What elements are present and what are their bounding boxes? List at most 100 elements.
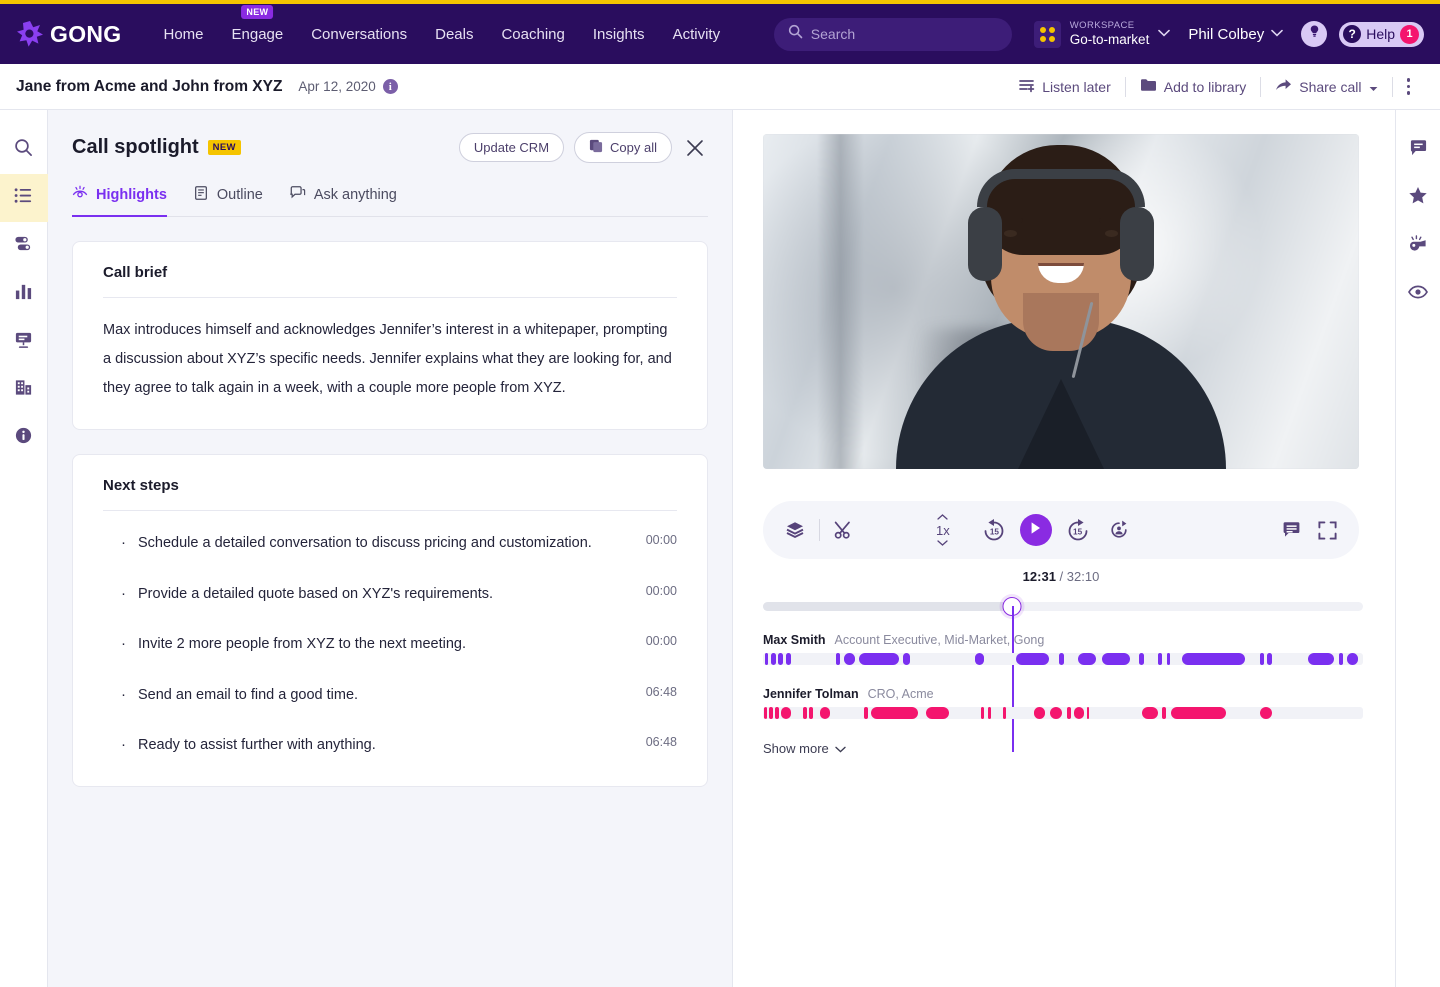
step-text: Ready to assist further with anything. bbox=[138, 731, 608, 759]
sidebar-item-stats[interactable] bbox=[0, 270, 48, 318]
time-separator: / bbox=[1056, 569, 1067, 584]
talk-segment bbox=[1087, 707, 1090, 719]
nav-link-coaching[interactable]: Coaching bbox=[487, 18, 578, 51]
sidebar-item-accounts[interactable] bbox=[0, 366, 48, 414]
share-call-button[interactable]: Share call bbox=[1261, 76, 1391, 98]
info-icon[interactable]: i bbox=[383, 79, 398, 94]
sidebar-item-info[interactable] bbox=[0, 414, 48, 462]
spotlight-tabs: Highlights Outline bbox=[72, 185, 708, 217]
talk-segment bbox=[1162, 707, 1166, 719]
current-time: 12:31 bbox=[1023, 569, 1056, 584]
talk-segment bbox=[1260, 707, 1272, 719]
speaker-role: Account Executive, Mid-Market, Gong bbox=[835, 633, 1045, 647]
call-brief-card: Call brief Max introduces himself and ac… bbox=[72, 241, 708, 430]
caret-down-icon bbox=[1369, 79, 1378, 95]
divider bbox=[819, 519, 820, 541]
list-item[interactable]: · Schedule a detailed conversation to di… bbox=[103, 529, 677, 558]
bullet-icon: · bbox=[121, 681, 126, 710]
gong-starburst-icon bbox=[16, 20, 44, 48]
tab-ask-anything[interactable]: Ask anything bbox=[289, 185, 397, 217]
list-icon bbox=[14, 186, 33, 210]
close-icon[interactable] bbox=[682, 135, 708, 161]
step-timestamp[interactable]: 00:00 bbox=[646, 529, 677, 547]
list-item[interactable]: · Invite 2 more people from XYZ to the n… bbox=[103, 630, 677, 659]
add-to-library-button[interactable]: Add to library bbox=[1126, 76, 1260, 98]
sidebar-item-coaching[interactable] bbox=[1396, 222, 1440, 270]
player-controls: 1x 15 bbox=[763, 501, 1359, 559]
list-item[interactable]: · Provide a detailed quote based on XYZ'… bbox=[103, 580, 677, 609]
talk-segment bbox=[1102, 653, 1129, 665]
user-menu[interactable]: Phil Colbey bbox=[1188, 26, 1283, 43]
copy-all-button[interactable]: Copy all bbox=[574, 132, 672, 163]
speaker-name: Max Smith bbox=[763, 633, 826, 647]
update-crm-button[interactable]: Update CRM bbox=[459, 133, 564, 162]
share-arrow-icon bbox=[1275, 78, 1292, 95]
talk-segment bbox=[1260, 653, 1264, 665]
scrubber-track[interactable] bbox=[763, 602, 1363, 611]
total-time: 32:10 bbox=[1067, 569, 1100, 584]
step-timestamp[interactable]: 00:00 bbox=[646, 580, 677, 598]
sidebar-item-search[interactable] bbox=[0, 126, 48, 174]
folder-icon bbox=[1140, 78, 1157, 95]
nav-link-home[interactable]: Home bbox=[149, 18, 217, 51]
scissors-icon[interactable] bbox=[834, 520, 854, 540]
video-player[interactable] bbox=[763, 134, 1359, 469]
step-timestamp[interactable]: 00:00 bbox=[646, 630, 677, 648]
play-button[interactable] bbox=[1020, 514, 1052, 546]
help-button[interactable]: ? Help 1 bbox=[1339, 22, 1424, 47]
sidebar-item-spotlight[interactable] bbox=[0, 174, 48, 222]
scrubber-handle[interactable] bbox=[1003, 597, 1022, 616]
talk-segment bbox=[1034, 707, 1045, 719]
chevron-up-icon[interactable] bbox=[937, 513, 948, 522]
sidebar-item-people[interactable] bbox=[0, 222, 48, 270]
sidebar-item-comments[interactable] bbox=[1396, 126, 1440, 174]
nav-link-conversations[interactable]: Conversations bbox=[297, 18, 421, 51]
workspace-switcher[interactable]: WORKSPACE Go-to-market bbox=[1034, 20, 1171, 49]
call-spotlight-panel: Call spotlight NEW Update CRM Copy all bbox=[48, 110, 733, 987]
nav-link-deals[interactable]: Deals bbox=[421, 18, 487, 51]
more-options-button[interactable] bbox=[1393, 78, 1425, 95]
sidebar-item-starred[interactable] bbox=[1396, 174, 1440, 222]
company-icon bbox=[14, 378, 33, 402]
nav-link-activity[interactable]: Activity bbox=[659, 18, 735, 51]
talk-segment bbox=[1074, 707, 1084, 719]
talk-track[interactable] bbox=[763, 707, 1363, 719]
tab-highlights[interactable]: Highlights bbox=[72, 185, 167, 217]
gong-logo[interactable]: GONG bbox=[16, 20, 121, 48]
global-search[interactable] bbox=[774, 18, 1012, 51]
listen-later-button[interactable]: Listen later bbox=[1005, 76, 1124, 98]
search-icon bbox=[14, 138, 33, 162]
share-call-label: Share call bbox=[1299, 79, 1361, 95]
sidebar-item-views[interactable] bbox=[1396, 270, 1440, 318]
talk-segment bbox=[778, 653, 783, 665]
call-title: Jane from Acme and John from XYZ bbox=[16, 78, 282, 96]
tab-outline[interactable]: Outline bbox=[193, 185, 263, 217]
call-actions: Listen later Add to library Share call bbox=[1005, 76, 1424, 98]
list-item[interactable]: · Ready to assist further with anything.… bbox=[103, 731, 677, 760]
step-text: Schedule a detailed conversation to disc… bbox=[138, 529, 608, 557]
search-input[interactable] bbox=[811, 26, 998, 42]
talk-segment bbox=[775, 707, 779, 719]
rewind-15-icon[interactable]: 15 bbox=[980, 516, 1008, 544]
ideas-button[interactable] bbox=[1301, 21, 1327, 47]
step-timestamp[interactable]: 06:48 bbox=[646, 731, 677, 749]
layers-icon[interactable] bbox=[785, 520, 805, 540]
top-navigation-bar: GONG Home NEW Engage Conversations Deals… bbox=[0, 0, 1440, 64]
show-more-button[interactable]: Show more bbox=[763, 741, 846, 756]
speaker-jump-icon[interactable] bbox=[1108, 519, 1130, 541]
chevron-down-icon[interactable] bbox=[937, 539, 948, 548]
nav-link-insights[interactable]: Insights bbox=[579, 18, 659, 51]
talk-track[interactable] bbox=[763, 653, 1363, 665]
lightbulb-icon bbox=[1307, 24, 1322, 44]
fullscreen-icon[interactable] bbox=[1318, 521, 1337, 540]
list-item[interactable]: · Send an email to find a good time. 06:… bbox=[103, 681, 677, 710]
talk-segment bbox=[836, 653, 840, 665]
step-timestamp[interactable]: 06:48 bbox=[646, 681, 677, 699]
nav-link-engage[interactable]: NEW Engage bbox=[218, 18, 298, 51]
next-steps-card: Next steps · Schedule a detailed convers… bbox=[72, 454, 708, 787]
transcript-icon[interactable] bbox=[1282, 521, 1302, 539]
playback-speed-stepper[interactable]: 1x bbox=[936, 513, 950, 548]
forward-15-icon[interactable]: 15 bbox=[1064, 516, 1092, 544]
sidebar-item-presentation[interactable] bbox=[0, 318, 48, 366]
talk-segment bbox=[844, 653, 856, 665]
